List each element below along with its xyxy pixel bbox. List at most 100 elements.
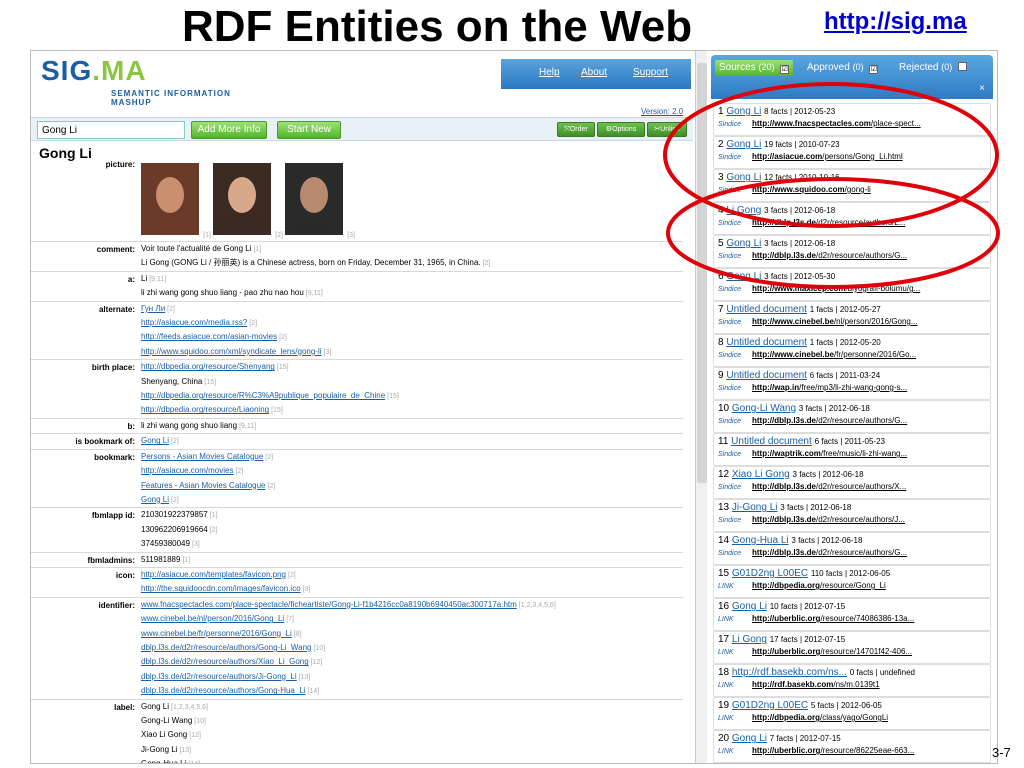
source-title-link[interactable]: Li Gong (726, 205, 761, 216)
value-link[interactable]: http://dbpedia.org/resource/R%C3%A9publi… (141, 391, 385, 400)
value-link[interactable]: Gong Li (141, 495, 169, 504)
source-title-link[interactable]: Gong-Hua Li (732, 535, 789, 546)
property-value[interactable]: http://the.squidoocdn.com/images/favicon… (139, 582, 683, 596)
property-value[interactable]: dblp.l3s.de/d2r/resource/authors/Gong-Hu… (139, 684, 683, 698)
add-more-info-button[interactable]: Add More Info (191, 121, 267, 139)
source-url-link[interactable]: http://dblp.l3s.de/d2r/resource/authors/… (752, 218, 905, 227)
source-url-link[interactable]: http://dbpedia.org/resource/Gong_Li (752, 581, 886, 590)
scroll-thumb[interactable] (697, 63, 707, 483)
source-title-link[interactable]: Ji-Gong Li (732, 502, 778, 513)
source-ref[interactable]: [9,11] (149, 276, 166, 283)
source-url-link[interactable]: http://uberblic.org/resource/86225eae-66… (752, 746, 914, 755)
source-item[interactable]: 6 Gong Li 3 facts | 2012-05-30 Sindice htt… (713, 268, 991, 301)
value-link[interactable]: www.cinebel.be/fr/personne/2016/Gong_Li (141, 629, 292, 638)
property-value[interactable]: http://dbpedia.org/resource/R%C3%A9publi… (139, 389, 683, 403)
source-ref[interactable]: [10] (313, 645, 325, 652)
source-ref[interactable]: [3] (324, 349, 332, 356)
property-value[interactable]: http://feeds.asiacue.com/asian-movies [2] (139, 330, 683, 344)
value-link[interactable]: dblp.l3s.de/d2r/resource/authors/Xiao_Li… (141, 657, 309, 666)
source-ref[interactable]: [9,11] (306, 290, 323, 297)
source-ref[interactable]: [15] (271, 407, 283, 414)
value-link[interactable]: http://asiacue.com/templates/favicon.png (141, 570, 286, 579)
source-ref[interactable]: [10] (194, 718, 206, 725)
property-value[interactable]: dblp.l3s.de/d2r/resource/authors/Ji-Gong… (139, 670, 683, 684)
source-item[interactable]: 8 Untitled document 1 facts | 2012-05-20… (713, 334, 991, 367)
property-value[interactable]: Gong Li [2] (139, 493, 683, 507)
source-ref[interactable]: [14] (308, 688, 320, 695)
source-url-link[interactable]: http://dbpedia.org/class/yago/GongLi (752, 713, 888, 722)
source-url-link[interactable]: http://dblp.l3s.de/d2r/resource/authors/… (752, 515, 905, 524)
value-link[interactable]: http://dbpedia.org/resource/Shenyang (141, 362, 275, 371)
source-ref[interactable]: [2] (235, 468, 243, 475)
property-value[interactable]: www.cinebel.be/nl/person/2016/Gong_Li [7] (139, 612, 683, 626)
source-url-link[interactable]: http://dblp.l3s.de/d2r/resource/authors/… (752, 548, 907, 557)
source-ref[interactable]: [2] (171, 438, 179, 445)
source-title-link[interactable]: G01D2ng L00EC (732, 568, 808, 579)
value-link[interactable]: dblp.l3s.de/d2r/resource/authors/Gong-Li… (141, 643, 311, 652)
unlink-button[interactable]: ✂Unlink (647, 122, 687, 137)
source-title-link[interactable]: Untitled document (726, 337, 807, 348)
source-item[interactable]: 16 Gong Li 10 facts | 2012-07-15 LINK http… (713, 598, 991, 631)
source-ref[interactable]: [1] (210, 512, 218, 519)
source-url-link[interactable]: http://www.cinebel.be/fr/personne/2016/G… (752, 350, 916, 359)
value-link[interactable]: dblp.l3s.de/d2r/resource/authors/Ji-Gong… (141, 672, 297, 681)
source-ref[interactable]: [1] (182, 557, 190, 564)
value-link[interactable]: Гун Ли (141, 304, 165, 313)
actress-photo[interactable]: [3] (285, 163, 355, 239)
source-ref[interactable]: [2] (288, 572, 296, 579)
property-value[interactable]: http://asiacue.com/movies [2] (139, 464, 683, 478)
source-url-link[interactable]: http://www.fnacspectacles.com/place-spec… (752, 119, 921, 128)
property-value[interactable]: http://www.squidoo.com/xml/syndicate_len… (139, 345, 683, 359)
value-link[interactable]: http://asiacue.com/movies (141, 466, 233, 475)
source-item[interactable]: 5 Gong Li 3 facts | 2012-06-18 Sindice htt… (713, 235, 991, 268)
source-ref[interactable]: [1,2,3,4,5,6] (519, 602, 556, 609)
property-value[interactable]: Features - Asian Movies Catalogue [2] (139, 479, 683, 493)
source-url-link[interactable]: http://waptrik.com/free/music/li-zhi-wan… (752, 449, 907, 458)
value-link[interactable]: http://asiacue.com/media.rss? (141, 318, 247, 327)
source-ref[interactable]: [3] (303, 586, 311, 593)
source-item[interactable]: 3 Gong Li 12 facts | 2010-10-16 Sindice ht… (713, 169, 991, 202)
tab-approved[interactable]: Approved (0) ☑ (803, 60, 882, 76)
property-value[interactable]: Persons - Asian Movies Catalogue [2] (139, 450, 683, 464)
sources-checkbox[interactable]: ☑ (780, 65, 790, 74)
value-link[interactable]: http://feeds.asiacue.com/asian-movies (141, 332, 277, 341)
source-item[interactable]: 19 G01D2ng L00EC 5 facts | 2012-06-05 LIN… (713, 697, 991, 730)
source-ref[interactable]: [15] (277, 364, 289, 371)
source-url-link[interactable]: http://uberblic.org/resource/14701f42-40… (752, 647, 912, 656)
source-title-link[interactable]: G01D2ng L00EC (732, 700, 808, 711)
source-title-link[interactable]: Untitled document (726, 304, 807, 315)
source-url-link[interactable]: http://dblp.l3s.de/d2r/resource/authors/… (752, 251, 907, 260)
source-item[interactable]: 9 Untitled document 6 facts | 2011-03-24… (713, 367, 991, 400)
approved-checkbox[interactable]: ☑ (869, 65, 879, 74)
value-link[interactable]: Gong Li (141, 436, 169, 445)
source-title-link[interactable]: Gong Li (726, 106, 761, 117)
property-value[interactable]: www.cinebel.be/fr/personne/2016/Gong_Li[… (139, 627, 683, 641)
value-link[interactable]: dblp.l3s.de/d2r/resource/authors/Gong-Hu… (141, 686, 306, 695)
options-button[interactable]: ⚙Options (597, 122, 645, 137)
source-ref[interactable]: [9,11] (239, 423, 256, 430)
source-ref[interactable]: [15] (387, 393, 399, 400)
source-title-link[interactable]: Gong Li (726, 271, 761, 282)
source-item[interactable]: 4 Li Gong 3 facts | 2012-06-18 Sindice htt… (713, 202, 991, 235)
source-title-link[interactable]: Gong Li (732, 601, 767, 612)
source-title-link[interactable]: Gong Li (726, 172, 761, 183)
source-ref[interactable]: [2] (167, 306, 175, 313)
source-item[interactable]: 13 Ji-Gong Li 3 facts | 2012-06-18 Sindic… (713, 499, 991, 532)
property-value[interactable]: www.fnacspectacles.com/place-spectacle/f… (139, 598, 683, 612)
source-title-link[interactable]: Gong Li (732, 733, 767, 744)
source-item[interactable]: 15 G01D2ng L00EC 110 facts | 2012-06-05 L… (713, 565, 991, 598)
source-ref[interactable]: [14] (188, 761, 200, 763)
source-ref[interactable]: [2] (249, 320, 257, 327)
source-url-link[interactable]: http://dblp.l3s.de/d2r/resource/authors/… (752, 482, 906, 491)
nav-about[interactable]: About (581, 67, 607, 78)
value-link[interactable]: http://dbpedia.org/resource/Liaoning (141, 405, 269, 414)
source-ref[interactable]: [8] (294, 631, 302, 638)
source-item[interactable]: 7 Untitled document 1 facts | 2012-05-27… (713, 301, 991, 334)
photo-ref[interactable]: [3] (347, 232, 355, 239)
source-url-link[interactable]: http://www.squidoo.com/gong-li (752, 185, 871, 194)
main-scrollbar[interactable] (695, 51, 707, 763)
source-ref[interactable]: [1] (254, 246, 262, 253)
source-item[interactable]: 11 Untitled document 6 facts | 2011-05-2… (713, 433, 991, 466)
source-url-link[interactable]: http://uberblic.org/resource/74086386-13… (752, 614, 914, 623)
value-link[interactable]: http://www.squidoo.com/xml/syndicate_len… (141, 347, 322, 356)
